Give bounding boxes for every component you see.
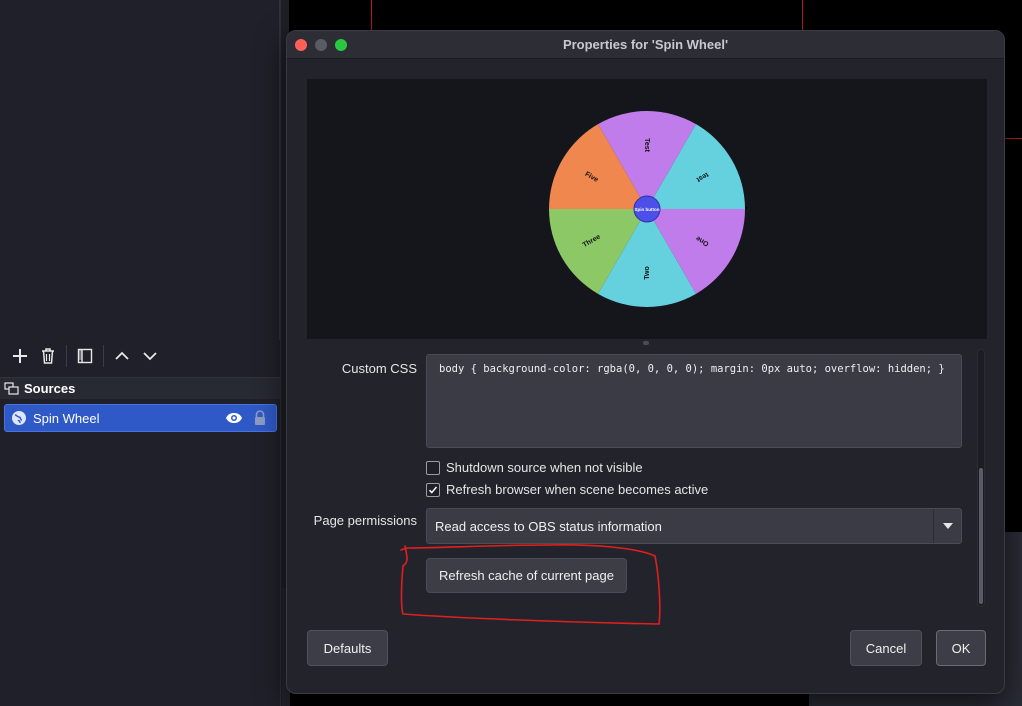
wheel-segment-label: Test: [643, 138, 650, 153]
minimize-window-button[interactable]: [315, 39, 327, 51]
ok-button[interactable]: OK: [936, 630, 986, 666]
scenes-list[interactable]: [0, 0, 280, 340]
shutdown-checkbox[interactable]: [426, 460, 440, 475]
sources-dock-header: Sources: [0, 377, 280, 399]
dialog-title: Properties for 'Spin Wheel': [562, 37, 729, 52]
spin-button-label: Spin button: [635, 207, 660, 212]
shutdown-when-hidden-option[interactable]: Shutdown source when not visible: [426, 460, 643, 475]
lock-icon: [255, 410, 265, 425]
left-panel: Sources Spin Wheel: [0, 0, 281, 706]
plus-icon: [13, 349, 27, 363]
red-annotation-circle: [400, 544, 661, 625]
refresh-checkbox[interactable]: [426, 482, 440, 497]
wheel-pointer: [745, 207, 747, 209]
shutdown-label: Shutdown source when not visible: [446, 460, 643, 475]
trash-icon: [42, 348, 54, 364]
spin-wheel: TesttestOneTwoThreeFive Spin button: [549, 111, 747, 307]
preview-bounding-line: [802, 0, 803, 30]
obs-window: Sources Spin Wheel Properties for 'Spin …: [0, 0, 1022, 706]
browser-source-preview: Test test One Two Three Five Spin button: [307, 79, 987, 339]
checkmark-icon: [428, 486, 438, 494]
close-window-button[interactable]: [295, 39, 307, 51]
visibility-toggle[interactable]: [224, 408, 244, 428]
refresh-label: Refresh browser when scene becomes activ…: [446, 482, 709, 497]
custom-css-textarea[interactable]: body { background-color: rgba(0, 0, 0, 0…: [426, 354, 962, 448]
move-up-button[interactable]: [108, 342, 136, 370]
properties-scrollbar[interactable]: [977, 349, 985, 607]
move-down-button[interactable]: [136, 342, 164, 370]
lock-toggle[interactable]: [250, 408, 270, 428]
maximize-window-button[interactable]: [335, 39, 347, 51]
scrollbar-thumb[interactable]: [979, 468, 983, 604]
splitter-handle[interactable]: [643, 341, 649, 345]
caret-down-icon: [942, 523, 953, 529]
defaults-button[interactable]: Defaults: [307, 630, 388, 666]
remove-source-button[interactable]: [34, 342, 62, 370]
preview-bounding-line: [1005, 138, 1022, 139]
page-permissions-label: Page permissions: [313, 513, 417, 528]
source-properties-button[interactable]: [71, 342, 99, 370]
properties-icon: [77, 348, 93, 364]
toolbar-separator: [103, 345, 104, 367]
sources-icon: [4, 381, 19, 395]
source-item-label: Spin Wheel: [33, 410, 100, 426]
globe-icon: [12, 411, 26, 425]
eye-icon: [226, 413, 242, 423]
sources-title: Sources: [24, 381, 76, 396]
refresh-on-active-option[interactable]: Refresh browser when scene becomes activ…: [426, 482, 708, 497]
toolbar-separator: [66, 345, 67, 367]
properties-dialog: Properties for 'Spin Wheel' Test test One T…: [286, 30, 1005, 694]
chevron-up-icon: [115, 351, 129, 360]
sources-toolbar: [0, 340, 280, 372]
add-source-button[interactable]: [6, 342, 34, 370]
custom-css-label: Custom CSS: [341, 361, 417, 376]
chevron-down-icon: [143, 352, 157, 361]
dialog-titlebar: Properties for 'Spin Wheel': [287, 31, 1004, 59]
dropdown-arrow[interactable]: [933, 509, 961, 543]
preview-bounding-line: [371, 0, 372, 30]
cancel-button[interactable]: Cancel: [850, 630, 922, 666]
page-permissions-value: Read access to OBS status information: [435, 518, 662, 534]
source-item-spin-wheel[interactable]: Spin Wheel: [4, 404, 277, 432]
wheel-segment-label: Two: [644, 266, 651, 279]
